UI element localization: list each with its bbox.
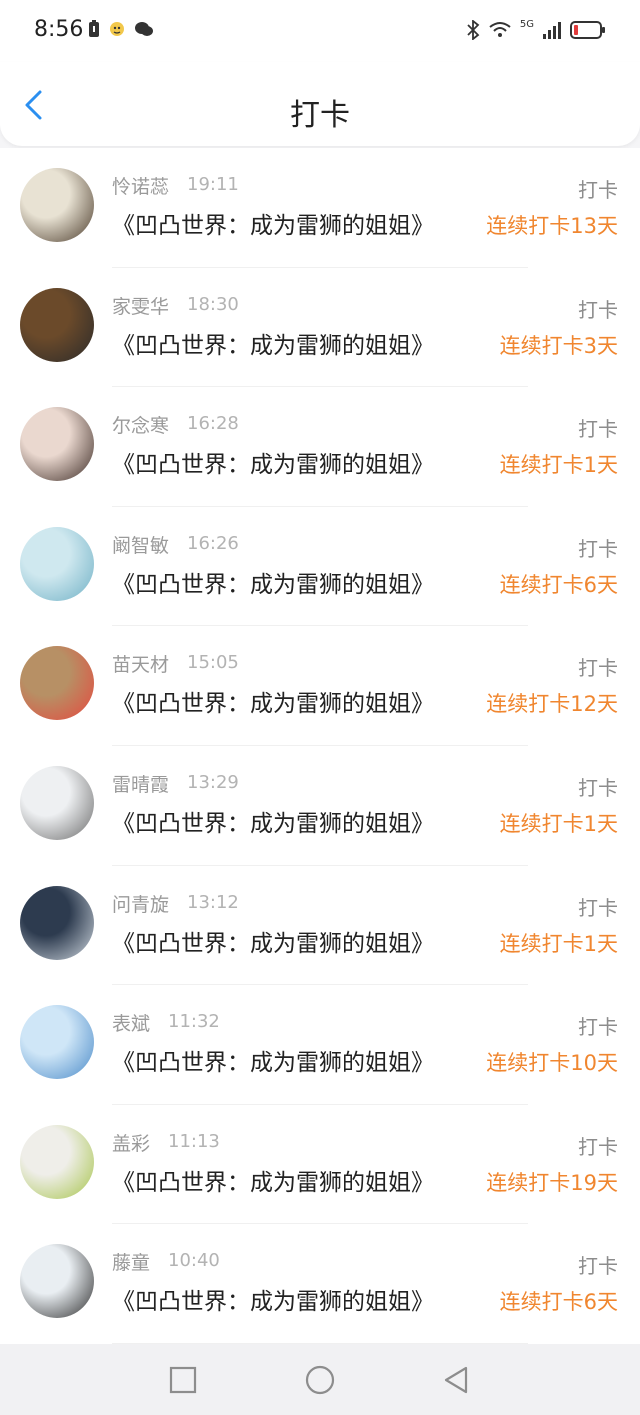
avatar[interactable] bbox=[20, 1005, 94, 1080]
streak-count: 连续打卡6天 bbox=[499, 572, 618, 597]
checkin-row[interactable]: 表斌 11:32 《凹凸世界：成为雷狮的姐姐》 打卡连续打卡10天 bbox=[0, 985, 640, 1105]
avatar[interactable] bbox=[20, 526, 94, 601]
recent-apps-square-icon[interactable] bbox=[167, 1364, 199, 1396]
streak-count: 连续打卡1天 bbox=[499, 931, 618, 956]
book-title[interactable]: 《凹凸世界：成为雷狮的姐姐》 bbox=[112, 565, 434, 599]
battery-small-icon bbox=[89, 20, 99, 37]
streak-count: 连续打卡6天 bbox=[499, 1290, 618, 1315]
checkin-row[interactable]: 盖彩 11:13 《凹凸世界：成为雷狮的姐姐》 打卡连续打卡19天 bbox=[0, 1105, 640, 1225]
checkin-row[interactable]: 雷晴霞 13:29 《凹凸世界：成为雷狮的姐姐》 打卡连续打卡1天 bbox=[0, 746, 640, 866]
checkin-time: 16:28 bbox=[187, 413, 239, 435]
status-left-icons bbox=[88, 20, 154, 38]
user-name: 问青旋 bbox=[112, 893, 170, 916]
streak-count: 连续打卡10天 bbox=[486, 1051, 618, 1076]
avatar[interactable] bbox=[20, 1244, 94, 1319]
checkin-time: 13:12 bbox=[187, 891, 239, 913]
streak-count: 连续打卡1天 bbox=[499, 453, 618, 478]
checkin-type-label: 打卡 bbox=[578, 536, 618, 561]
streak-count: 连续打卡13天 bbox=[486, 214, 618, 238]
back-triangle-icon[interactable] bbox=[440, 1364, 472, 1396]
checkin-time: 19:11 bbox=[187, 174, 239, 195]
checkin-type-label: 打卡 bbox=[578, 417, 618, 442]
streak-count: 连续打卡3天 bbox=[499, 333, 618, 358]
checkin-type-label: 打卡 bbox=[578, 895, 618, 920]
user-name: 藤童 bbox=[112, 1252, 151, 1275]
checkin-row[interactable]: 阚智敏 16:26 《凹凸世界：成为雷狮的姐姐》 打卡连续打卡6天 bbox=[0, 507, 640, 627]
status-right-icons: 5G bbox=[466, 18, 606, 40]
signal-icon bbox=[543, 22, 561, 39]
wifi-icon bbox=[489, 22, 511, 37]
book-title[interactable]: 《凹凸世界：成为雷狮的姐姐》 bbox=[112, 326, 434, 360]
checkin-list: 怜诺蕊 19:11 《凹凸世界：成为雷狮的姐姐》 打卡 连续打卡13天 家雯华 18:30 《… bbox=[0, 148, 640, 1344]
checkin-time: 15:05 bbox=[187, 652, 239, 674]
checkin-time: 16:26 bbox=[187, 532, 239, 554]
avatar[interactable] bbox=[20, 885, 94, 960]
checkin-type-label: 打卡 bbox=[578, 178, 618, 202]
checkin-time: 18:30 bbox=[187, 293, 239, 315]
checkin-type-label: 打卡 bbox=[578, 775, 618, 800]
checkin-type-label: 打卡 bbox=[578, 297, 618, 322]
book-title[interactable]: 《凹凸世界：成为雷狮的姐姐》 bbox=[112, 684, 434, 718]
app-notification-icon bbox=[110, 22, 124, 36]
avatar[interactable] bbox=[20, 646, 94, 721]
user-name: 阚智敏 bbox=[112, 534, 170, 557]
battery-icon bbox=[570, 21, 605, 39]
avatar[interactable] bbox=[20, 1124, 94, 1199]
book-title[interactable]: 《凹凸世界：成为雷狮的姐姐》 bbox=[112, 445, 434, 479]
checkin-time: 10:40 bbox=[168, 1250, 220, 1272]
checkin-type-label: 打卡 bbox=[578, 1015, 618, 1040]
avatar[interactable] bbox=[20, 168, 94, 242]
system-nav-bar bbox=[0, 1344, 640, 1415]
book-title[interactable]: 《凹凸世界：成为雷狮的姐姐》 bbox=[112, 1043, 434, 1077]
checkin-type-label: 打卡 bbox=[578, 1134, 618, 1159]
user-name: 怜诺蕊 bbox=[112, 176, 170, 198]
checkin-time: 13:29 bbox=[187, 771, 239, 793]
status-bar: 8:56 5G bbox=[0, 0, 640, 62]
streak-count: 连续打卡12天 bbox=[486, 692, 618, 717]
checkin-row[interactable]: 怜诺蕊 19:11 《凹凸世界：成为雷狮的姐姐》 打卡连续打卡13天 bbox=[0, 148, 640, 268]
user-name: 表斌 bbox=[112, 1013, 151, 1036]
wechat-icon bbox=[135, 22, 153, 36]
user-name: 家雯华 bbox=[112, 295, 170, 318]
home-circle-icon[interactable] bbox=[304, 1364, 336, 1396]
network-5g-label: 5G bbox=[519, 18, 534, 30]
status-time: 8:56 bbox=[34, 17, 84, 42]
checkin-time: 11:32 bbox=[168, 1011, 220, 1033]
user-name: 尔念寒 bbox=[112, 415, 170, 438]
book-title[interactable]: 《凹凸世界：成为雷狮的姐姐》 bbox=[112, 1163, 434, 1197]
avatar[interactable] bbox=[20, 407, 94, 482]
user-name: 苗天材 bbox=[112, 654, 170, 677]
book-title[interactable]: 《凹凸世界：成为雷狮的姐姐》 bbox=[112, 1282, 434, 1316]
checkin-type-label: 打卡 bbox=[578, 1254, 618, 1279]
checkin-type-label: 打卡 bbox=[578, 656, 618, 681]
page-title: 打卡 bbox=[290, 98, 350, 133]
checkin-row[interactable]: 藤童 10:40 《凹凸世界：成为雷狮的姐姐》 打卡连续打卡6天 bbox=[0, 1224, 640, 1344]
book-title[interactable]: 《凹凸世界：成为雷狮的姐姐》 bbox=[112, 804, 434, 838]
streak-count: 连续打卡1天 bbox=[499, 811, 618, 836]
book-title[interactable]: 《凹凸世界：成为雷狮的姐姐》 bbox=[112, 206, 434, 240]
checkin-row[interactable]: 苗天材 15:05 《凹凸世界：成为雷狮的姐姐》 打卡连续打卡12天 bbox=[0, 626, 640, 746]
streak-count: 连续打卡19天 bbox=[486, 1170, 618, 1195]
checkin-row[interactable]: 问青旋 13:12 《凹凸世界：成为雷狮的姐姐》 打卡连续打卡1天 bbox=[0, 866, 640, 986]
checkin-time: 11:13 bbox=[168, 1130, 220, 1152]
avatar[interactable] bbox=[20, 765, 94, 840]
user-name: 盖彩 bbox=[112, 1132, 151, 1155]
book-title[interactable]: 《凹凸世界：成为雷狮的姐姐》 bbox=[112, 924, 434, 958]
user-name: 雷晴霞 bbox=[112, 773, 170, 796]
checkin-row[interactable]: 尔念寒 16:28 《凹凸世界：成为雷狮的姐姐》 打卡连续打卡1天 bbox=[0, 387, 640, 507]
bluetooth-icon bbox=[467, 20, 480, 40]
navbar: 打卡 bbox=[0, 62, 640, 146]
checkin-row[interactable]: 家雯华 18:30 《凹凸世界：成为雷狮的姐姐》 打卡连续打卡3天 bbox=[0, 268, 640, 388]
avatar[interactable] bbox=[20, 287, 94, 362]
